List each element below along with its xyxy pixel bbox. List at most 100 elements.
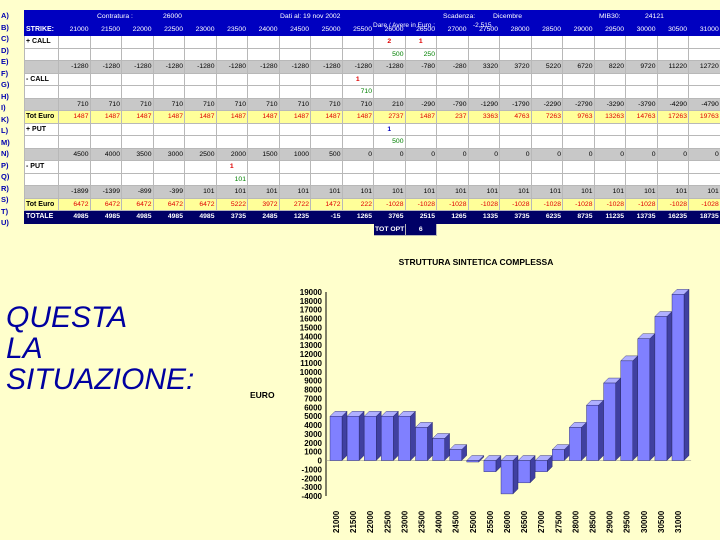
x-tick-label: 29500 xyxy=(623,510,632,533)
row-value xyxy=(152,47,185,61)
row-value: -1280 xyxy=(184,60,217,74)
row-value: -1028 xyxy=(373,197,406,211)
row-l: 500 xyxy=(24,135,720,149)
strike-value: 30000 xyxy=(625,22,658,36)
row-value: -1028 xyxy=(688,197,720,211)
x-tick-label: 26000 xyxy=(503,510,512,533)
row-value xyxy=(152,72,185,86)
row-value xyxy=(373,85,406,99)
row-value xyxy=(247,172,280,186)
row-letter: B) xyxy=(1,22,9,32)
x-tick-label: 21000 xyxy=(332,510,341,533)
row-value: 500 xyxy=(373,135,406,149)
strike-value: 29500 xyxy=(593,22,626,36)
row-label: Tot Euro xyxy=(24,110,59,124)
row-value xyxy=(278,135,311,149)
row-value xyxy=(184,160,217,174)
row-value: 5222 xyxy=(215,197,248,211)
row-value xyxy=(593,47,626,61)
bar-side xyxy=(410,410,416,462)
row-letter: T) xyxy=(1,206,9,216)
row-value: -15 xyxy=(310,210,343,224)
row-value xyxy=(436,72,469,86)
row-value xyxy=(562,72,595,86)
row-label xyxy=(24,147,59,161)
row-value xyxy=(121,160,154,174)
row-value xyxy=(121,122,154,136)
row-value xyxy=(625,135,658,149)
y-tick-label: 14000 xyxy=(300,332,323,341)
tot-opt-label: TOT OPT xyxy=(373,222,406,236)
row-value: 4000 xyxy=(89,147,122,161)
row-label xyxy=(24,172,59,186)
row-value xyxy=(625,172,658,186)
bar xyxy=(586,405,599,461)
row-value xyxy=(436,160,469,174)
row-value xyxy=(247,135,280,149)
bar xyxy=(363,416,377,461)
row-value xyxy=(688,47,720,61)
row-value: 101 xyxy=(341,185,374,199)
row-value xyxy=(688,72,720,86)
row-value xyxy=(121,85,154,99)
row-value xyxy=(373,172,406,186)
row-value xyxy=(530,135,563,149)
row-value xyxy=(625,235,658,249)
row-value xyxy=(89,172,122,186)
header-dare-avere-label: Dare / Avere in Euro : xyxy=(373,22,436,29)
row-value xyxy=(499,135,532,149)
row-value xyxy=(278,47,311,61)
y-tick-label: -3000 xyxy=(302,483,323,492)
row-value: 3500 xyxy=(121,147,154,161)
bar xyxy=(381,416,394,461)
strike-value: 29000 xyxy=(562,22,595,36)
row-value xyxy=(688,35,720,49)
strike-value: 30500 xyxy=(656,22,689,36)
row-value: -1028 xyxy=(530,197,563,211)
row-value: 1487 xyxy=(404,110,437,124)
chart-title: STRUTTURA SINTETICA COMPLESSA xyxy=(399,257,554,267)
row-value: 237 xyxy=(436,110,469,124)
row-value: 101 xyxy=(530,185,563,199)
row-value xyxy=(278,35,311,49)
strike-value: 21000 xyxy=(58,22,91,36)
x-tick-label: 24500 xyxy=(452,510,461,533)
row-value xyxy=(58,235,91,249)
row-value xyxy=(89,122,122,136)
row-value: -2790 xyxy=(562,97,595,111)
row-s: TOTALE 4985 4985 4985 4985 4985 3735 2485 1235 -1… xyxy=(24,210,720,224)
row-letter: N) xyxy=(1,149,9,158)
row-letter: K) xyxy=(1,114,9,124)
row-value xyxy=(404,72,437,86)
row-value xyxy=(310,160,343,174)
row-value xyxy=(688,235,720,249)
row-value xyxy=(121,172,154,186)
row-value xyxy=(152,160,185,174)
row-value xyxy=(341,47,374,61)
header-mib30-label: MIB30: xyxy=(599,13,621,20)
row-value: 4985 xyxy=(89,210,122,224)
y-tick-label: 0 xyxy=(318,457,323,466)
row-label xyxy=(24,222,59,236)
row-value xyxy=(89,135,122,149)
row-value xyxy=(593,172,626,186)
row-value: 13735 xyxy=(625,210,658,224)
row-value: 101 xyxy=(688,185,720,199)
row-value xyxy=(247,160,280,174)
bar xyxy=(432,438,445,461)
row-value xyxy=(121,135,154,149)
row-value xyxy=(530,235,563,249)
x-tick-label: 23000 xyxy=(400,510,409,533)
row-value: -4790 xyxy=(688,97,720,111)
row-value xyxy=(499,222,532,236)
strike-value: 23500 xyxy=(215,22,248,36)
row-value: 6472 xyxy=(89,197,122,211)
y-tick-label: 15000 xyxy=(300,323,323,332)
row-label xyxy=(24,97,59,111)
row-value xyxy=(467,85,500,99)
row-value: 1487 xyxy=(341,110,374,124)
row-value xyxy=(247,85,280,99)
row-value xyxy=(688,122,720,136)
strike-value: 27000 xyxy=(436,22,469,36)
synthetic-structure-chart: STRUTTURA SINTETICA COMPLESSA EURO 1900018… xyxy=(250,257,692,533)
